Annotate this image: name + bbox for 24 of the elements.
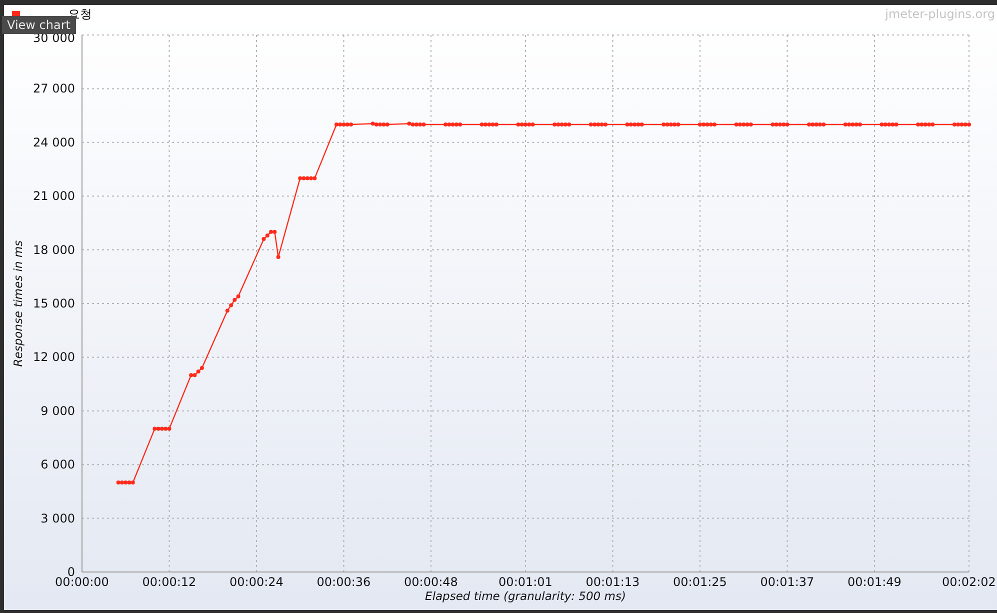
watermark-text: jmeter-plugins.org — [885, 7, 995, 21]
x-tick-label: 00:01:13 — [586, 575, 640, 589]
x-tick-label: 00:00:36 — [316, 575, 371, 589]
x-tick-label: 00:00:12 — [142, 575, 196, 589]
x-tick-label: 00:01:01 — [498, 575, 552, 589]
y-tick-label: 3 000 — [40, 511, 75, 526]
x-tick-label: 00:01:49 — [848, 575, 902, 589]
x-tick-label: 00:00:24 — [230, 575, 284, 589]
y-tick-label: 21 000 — [33, 189, 75, 204]
tooltip: View chart — [2, 16, 76, 34]
y-tick-label: 12 000 — [33, 350, 75, 364]
y-tick-label: 6 000 — [40, 458, 75, 472]
y-axis-title: Response times in ms — [11, 240, 25, 367]
y-tick-label: 18 000 — [33, 242, 75, 257]
y-tick-label: 9 000 — [40, 404, 75, 418]
x-tick-label: 00:00:48 — [404, 575, 458, 589]
x-tick-label: 00:01:37 — [760, 575, 814, 589]
y-tick-label: 27 000 — [33, 82, 75, 96]
y-tick-label: 15 000 — [33, 296, 75, 310]
x-tick-label: 00:01:25 — [673, 575, 727, 589]
x-tick-label: 00:02:02 — [942, 575, 996, 589]
data-point — [276, 254, 280, 259]
y-tick-label: 24 000 — [33, 135, 75, 150]
x-axis-title: Elapsed time (granularity: 500 ms) — [425, 589, 626, 603]
